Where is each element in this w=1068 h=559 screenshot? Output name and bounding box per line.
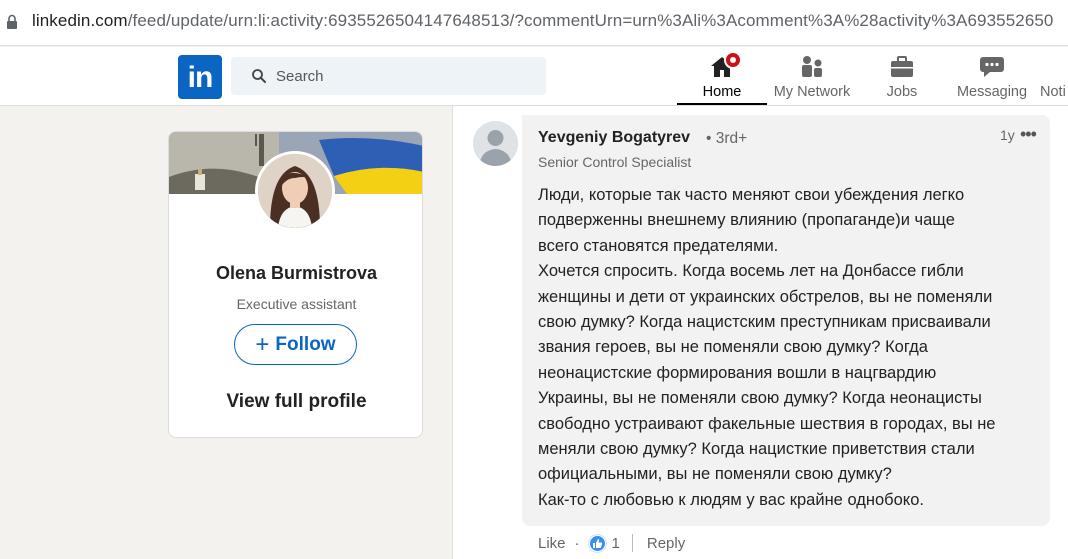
separator-dot: ·: [574, 534, 580, 552]
browser-address-bar[interactable]: linkedin.com/feed/update/urn:li:activity…: [0, 0, 1068, 46]
nav-item-jobs[interactable]: Jobs: [857, 47, 947, 105]
follow-label: Follow: [275, 333, 336, 355]
comment-timestamp: 1y: [1000, 127, 1015, 143]
url-text[interactable]: linkedin.com/feed/update/urn:li:activity…: [32, 11, 1054, 31]
profile-avatar[interactable]: [255, 151, 335, 231]
reply-button[interactable]: Reply: [647, 535, 685, 552]
comment-line: свою думку? Когда нацистским преступника…: [538, 313, 991, 332]
comment-line: Как-то с любовью к людям у вас крайне од…: [538, 490, 924, 509]
nav-item-messaging[interactable]: Messaging: [947, 47, 1037, 105]
comment-line: официальными, вы не поменяли свою думку?: [538, 465, 892, 484]
lock-icon: [7, 14, 17, 29]
search-input[interactable]: [276, 57, 536, 95]
like-reaction-icon[interactable]: [588, 534, 606, 552]
nav-item-notifications[interactable]: Noti: [1037, 47, 1068, 105]
comment-author-name[interactable]: Yevgeniy Bogatyrev: [538, 129, 690, 147]
notification-badge: [724, 51, 742, 69]
nav-label-home: Home: [702, 84, 742, 100]
linkedin-logo[interactable]: in: [178, 55, 222, 99]
comment-line: Хочется спросить. Когда восемь лет на До…: [538, 262, 964, 281]
profile-name[interactable]: Olena Burmistrova: [169, 263, 422, 284]
commenter-avatar[interactable]: [473, 121, 518, 166]
nav-item-my-network[interactable]: My Network: [767, 47, 857, 105]
comment-line: меняли свою думку? Когда нацисткие приве…: [538, 440, 975, 459]
briefcase-icon: [891, 56, 913, 77]
search-box[interactable]: [231, 57, 546, 95]
top-nav: in Home My Network Jobs: [0, 47, 1068, 106]
url-path: /feed/update/urn:li:activity:69355265041…: [127, 11, 1054, 30]
view-full-profile-link[interactable]: View full profile: [169, 391, 422, 413]
search-icon: [252, 69, 266, 83]
follow-button[interactable]: + Follow: [234, 324, 357, 365]
comment-author-headline: Senior Control Specialist: [538, 154, 692, 170]
plus-icon: +: [255, 330, 270, 358]
nav-label-my-network: My Network: [773, 84, 851, 100]
nav-label-messaging: Messaging: [956, 84, 1028, 100]
thumbs-up-icon: [592, 538, 602, 548]
comment-line: всего становятся предателями.: [538, 236, 779, 255]
network-icon: [802, 56, 822, 77]
messaging-icon: [980, 57, 1004, 77]
reaction-count[interactable]: 1: [612, 535, 620, 552]
comment-line: звания героев, вы не поменяли свою думку…: [538, 338, 928, 357]
connection-degree: • 3rd+: [706, 130, 748, 147]
avatar-image: [258, 154, 332, 228]
comment-line: подверженны внешнему влиянию (пропаганде…: [538, 211, 955, 230]
like-button[interactable]: Like: [538, 535, 566, 552]
default-avatar-icon: [473, 121, 518, 166]
nav-item-home[interactable]: Home: [677, 47, 767, 105]
nav-label-notifications: Noti: [1040, 84, 1066, 100]
comment-line: женщины и дети от украинских обстрелов, …: [538, 287, 993, 306]
action-divider: [631, 534, 633, 552]
comment-line: неонацистские формирования вошли в нацгв…: [538, 363, 937, 382]
comment-line: свободно устраивают факельные шествия в …: [538, 414, 996, 433]
url-host: linkedin.com: [32, 11, 128, 30]
comment-actions: Like · 1 Reply: [538, 533, 685, 553]
profile-headline: Executive assistant: [236, 296, 357, 312]
comment-bubble: Yevgeniy Bogatyrev • 3rd+ Senior Control…: [522, 115, 1050, 526]
nav-label-jobs: Jobs: [886, 84, 918, 100]
comment-line: Украины, вы не поменяли свою думку? Когд…: [538, 389, 982, 408]
more-options-icon[interactable]: •••: [1020, 125, 1042, 146]
profile-card: Olena Burmistrova Executive assistant + …: [168, 131, 423, 438]
comment-text: Люди, которые так часто меняют свои убеж…: [538, 183, 1038, 513]
comment-line: Люди, которые так часто меняют свои убеж…: [538, 186, 965, 204]
